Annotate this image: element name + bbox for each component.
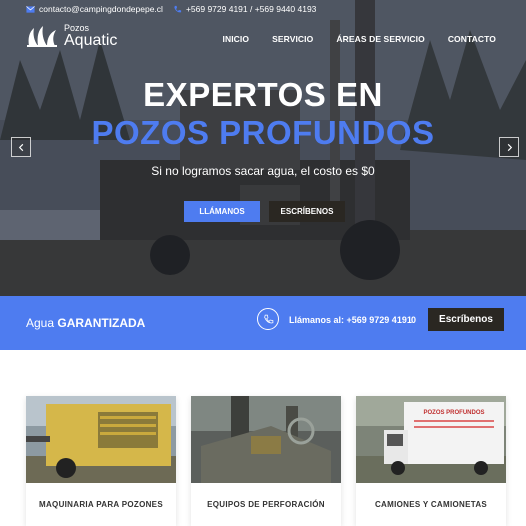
- card-trucks-caption: CAMIONES Y CAMIONETAS: [374, 500, 488, 509]
- card-drilling-caption: EQUIPOS DE PERFORACIÓN: [207, 500, 325, 509]
- envelope-icon: [26, 5, 35, 13]
- truck-image: POZOS PROFUNDOS: [356, 396, 506, 483]
- card-drilling-image: [191, 396, 341, 483]
- call-extra-text: 0: [411, 315, 417, 325]
- write-us-button[interactable]: Escríbenos: [428, 308, 504, 331]
- write-button[interactable]: ESCRÍBENOS: [269, 201, 345, 222]
- guarantee-text-normal: Agua: [26, 316, 58, 330]
- call-number-text[interactable]: Llámanos al: +569 9729 4191: [289, 315, 412, 325]
- card-machinery-image: [26, 396, 176, 483]
- hero-subtitle: Si no logramos sacar agua, el costo es $…: [151, 164, 375, 178]
- water-splash-logo-icon: [27, 26, 57, 47]
- hero-slider: contacto@campingdondepepe.cl +569 9729 4…: [0, 0, 526, 296]
- nav-areas-de-servicio[interactable]: ÁREAS DE SERVICIO: [336, 34, 424, 44]
- card-trucks[interactable]: POZOS PROFUNDOS CAMIONES Y CAMIONETAS: [356, 396, 506, 526]
- guarantee-text-bold: GARANTIZADA: [57, 316, 146, 330]
- nav-inicio[interactable]: INICIO: [223, 34, 250, 44]
- drilling-equipment-image: [191, 396, 341, 483]
- email-text: contacto@campingdondepepe.cl: [39, 4, 163, 14]
- logo-text-line2: Aquatic: [64, 32, 118, 49]
- phone-text: +569 9729 4191 / +569 9440 4193: [185, 4, 317, 14]
- slider-next-button[interactable]: [499, 137, 519, 157]
- top-contact-bar: contacto@campingdondepepe.cl +569 9729 4…: [0, 0, 526, 18]
- chevron-right-icon: [507, 143, 512, 151]
- card-trucks-image: POZOS PROFUNDOS: [356, 396, 506, 483]
- phone-contact[interactable]: +569 9729 4191 / +569 9440 4193: [173, 4, 316, 14]
- compressor-image: [26, 396, 176, 483]
- nav-contacto[interactable]: CONTACTO: [448, 34, 496, 44]
- main-nav: INICIO SERVICIO ÁREAS DE SERVICIO CONTAC…: [223, 34, 497, 44]
- truck-sign-text: POZOS PROFUNDOS: [423, 410, 484, 416]
- phone-circle-icon: [257, 308, 279, 330]
- chevron-left-icon: [18, 143, 23, 151]
- card-drilling-equipment[interactable]: EQUIPOS DE PERFORACIÓN: [191, 396, 341, 526]
- call-button[interactable]: LLÁMANOS: [184, 201, 260, 222]
- services-cards: MAQUINARIA PARA POZONES EQUIPOS DE PERFO…: [26, 396, 506, 526]
- card-machinery-caption: MAQUINARIA PARA POZONES: [39, 500, 163, 509]
- site-logo[interactable]: Pozos Aquatic: [26, 24, 118, 49]
- phone-icon: [174, 5, 182, 12]
- phone-icon: [263, 314, 273, 323]
- nav-servicio[interactable]: SERVICIO: [272, 34, 313, 44]
- hero-title-line1: EXPERTOS EN: [143, 76, 383, 113]
- guarantee-band: Agua GARANTIZADA Llámanos al: +569 9729 …: [0, 296, 526, 350]
- hero-title-line2: POZOS PROFUNDOS: [91, 114, 435, 151]
- card-machinery[interactable]: MAQUINARIA PARA POZONES: [26, 396, 176, 526]
- guarantee-text: Agua GARANTIZADA: [26, 316, 145, 330]
- email-contact[interactable]: contacto@campingdondepepe.cl: [26, 4, 163, 14]
- slider-prev-button[interactable]: [11, 137, 31, 157]
